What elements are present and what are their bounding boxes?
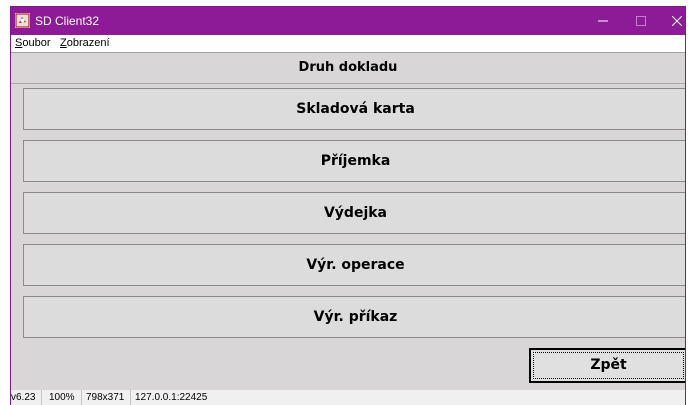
production-operation-button[interactable]: Výr. operace — [23, 244, 685, 286]
menu-zobrazeni-accel: Z — [60, 37, 67, 49]
window-title: SD Client32 — [35, 14, 100, 28]
close-button[interactable] — [659, 7, 685, 35]
close-icon — [672, 16, 682, 26]
minimize-icon — [598, 20, 608, 22]
back-button[interactable]: Zpět — [529, 348, 685, 383]
app-icon — [15, 13, 30, 28]
app-window: SD Client32 Soubor Zobrazení Druh doklad… — [10, 6, 686, 405]
menu-zobrazeni[interactable]: Zobrazení — [60, 35, 110, 52]
maximize-icon — [636, 16, 646, 26]
maximize-button[interactable] — [623, 7, 659, 35]
menu-bar: Soubor Zobrazení — [11, 35, 685, 52]
menu-soubor-label: oubor — [22, 37, 51, 49]
status-zoom: 100% — [49, 390, 82, 405]
issue-button[interactable]: Výdejka — [23, 192, 685, 234]
receipt-button[interactable]: Příjemka — [23, 140, 685, 182]
status-version: v6.23 — [11, 390, 43, 405]
main-panel: Druh dokladu Skladová karta Příjemka Výd… — [11, 52, 685, 390]
menu-soubor[interactable]: Soubor — [15, 35, 50, 52]
title-bar[interactable]: SD Client32 — [11, 7, 685, 35]
minimize-button[interactable] — [585, 7, 621, 35]
status-size: 798x371 — [86, 390, 132, 405]
menu-zobrazeni-label: obrazení — [66, 37, 110, 49]
production-order-button[interactable]: Výr. příkaz — [23, 296, 685, 338]
status-address: 127.0.0.1:22425 — [135, 392, 208, 403]
status-bar: v6.23 100% 798x371 127.0.0.1:22425 — [11, 390, 685, 405]
stock-card-button[interactable]: Skladová karta — [23, 88, 685, 130]
page-title: Druh dokladu — [11, 53, 685, 84]
